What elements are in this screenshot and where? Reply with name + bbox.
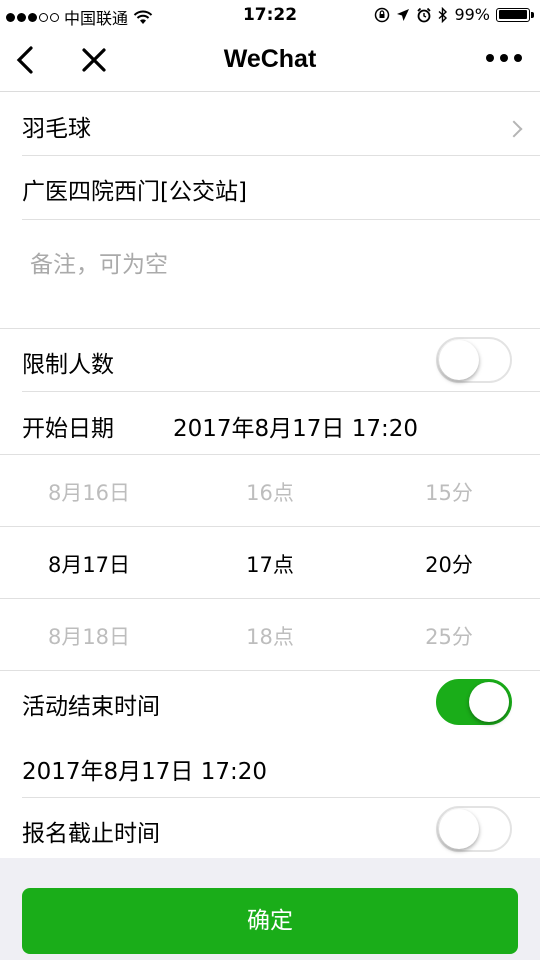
location-field[interactable]: 广医四院西门[公交站] (0, 156, 540, 219)
end-time-row: 活动结束时间 (0, 671, 540, 733)
picker-day: 8月16日 (47, 481, 131, 505)
category-value: 羽毛球 (22, 116, 91, 142)
start-date-label: 开始日期 (22, 416, 114, 442)
end-time-toggle[interactable] (436, 679, 512, 725)
picker-minute: 25分 (425, 625, 473, 649)
status-right: 99% (374, 5, 534, 24)
picker-hour: 16点 (246, 481, 294, 505)
location-value: 广医四院西门[公交站] (22, 179, 247, 205)
alarm-icon (417, 7, 432, 22)
battery-percent: 99% (454, 5, 490, 24)
picker-minute: 20分 (425, 553, 473, 577)
more-icon[interactable] (486, 54, 522, 62)
picker-day: 8月17日 (47, 553, 131, 577)
category-selector[interactable]: 羽毛球 (0, 93, 540, 155)
confirm-button[interactable]: 确定 (22, 888, 518, 954)
picker-row[interactable]: 8月18日 18点 25分 (0, 599, 540, 670)
deadline-row: 报名截止时间 (0, 798, 540, 858)
limit-people-row: 限制人数 (0, 329, 540, 391)
battery-icon (496, 7, 534, 22)
note-textarea[interactable]: 备注，可为空 (0, 220, 540, 328)
bluetooth-icon (438, 6, 448, 23)
page-title: WeChat (223, 45, 317, 73)
picker-hour: 17点 (246, 553, 294, 577)
navigation-bar: WeChat (0, 30, 540, 92)
chevron-right-icon (505, 120, 523, 138)
note-placeholder: 备注，可为空 (30, 252, 168, 278)
picker-row-selected[interactable]: 8月17日 17点 20分 (0, 527, 540, 598)
deadline-toggle[interactable] (436, 806, 512, 852)
start-date-row[interactable]: 开始日期 2017年8月17日 17:20 (0, 392, 540, 454)
limit-people-label: 限制人数 (22, 352, 114, 378)
picker-row[interactable]: 8月16日 16点 15分 (0, 455, 540, 526)
end-time-value: 2017年8月17日 17:20 (22, 759, 268, 785)
picker-minute: 15分 (425, 481, 473, 505)
end-time-value-row[interactable]: 2017年8月17日 17:20 (0, 734, 540, 797)
location-icon (397, 8, 410, 21)
rotation-lock-icon (375, 7, 390, 22)
status-bar: 中国联通 17:22 99% (0, 0, 540, 30)
deadline-label: 报名截止时间 (22, 821, 160, 847)
limit-people-toggle[interactable] (436, 337, 512, 383)
picker-hour: 18点 (246, 625, 294, 649)
start-date-value: 2017年8月17日 17:20 (173, 416, 419, 442)
picker-day: 8月18日 (47, 625, 131, 649)
end-time-label: 活动结束时间 (22, 694, 160, 720)
